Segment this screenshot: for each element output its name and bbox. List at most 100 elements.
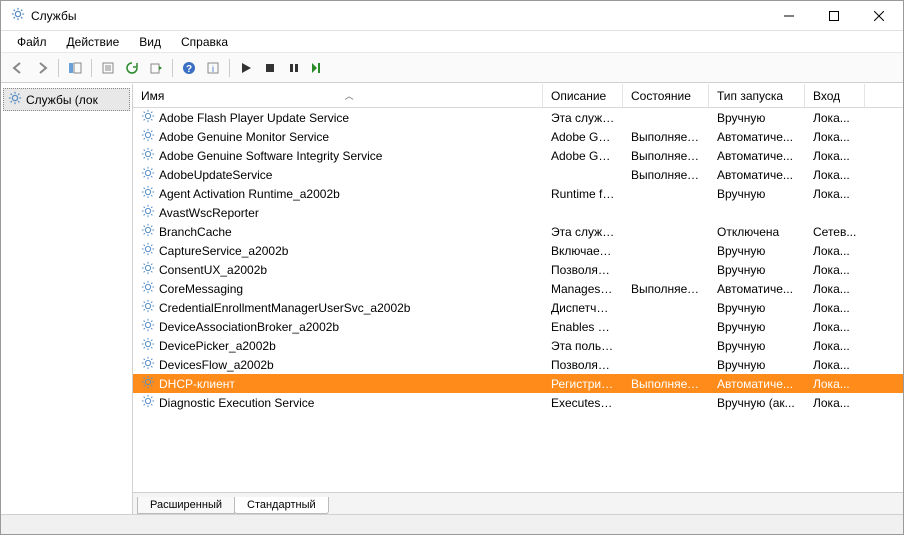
menu-file[interactable]: Файл [9,33,55,51]
refresh-button[interactable] [121,57,143,79]
service-startup: Вручную [709,243,805,259]
service-logon: Лока... [805,376,865,392]
service-state: Выполняется [623,281,709,297]
toolbar: ? i [1,53,903,83]
service-startup: Автоматиче... [709,281,805,297]
service-row[interactable]: Adobe Genuine Monitor ServiceAdobe Gen..… [133,127,903,146]
service-description: Enables ap... [543,319,623,335]
column-header-name[interactable]: Имя ︿ [133,84,543,107]
main-panel: Имя ︿ Описание Состояние Тип запуска Вхо… [133,84,903,514]
gear-icon [141,185,155,202]
about-button[interactable]: i [202,57,224,79]
service-description: Adobe Gen... [543,148,623,164]
service-state [623,345,709,347]
show-hide-tree-button[interactable] [64,57,86,79]
service-row[interactable]: Diagnostic Execution ServiceExecutes di.… [133,393,903,412]
toolbar-separator [58,59,59,77]
service-logon: Лока... [805,357,865,373]
column-header-logon[interactable]: Вход [805,84,865,107]
service-startup: Вручную [709,262,805,278]
back-button[interactable] [7,57,29,79]
start-service-button[interactable] [235,57,257,79]
service-description: Позволяет... [543,262,623,278]
column-header-description[interactable]: Описание [543,84,623,107]
tab-extended[interactable]: Расширенный [137,497,235,514]
service-row[interactable]: DevicePicker_a2002bЭта польз...ВручнуюЛо… [133,336,903,355]
service-logon: Лока... [805,186,865,202]
service-state: Выполняется [623,167,709,183]
service-logon: Лока... [805,262,865,278]
service-description: Эта польз... [543,338,623,354]
service-row[interactable]: CredentialEnrollmentManagerUserSvc_a2002… [133,298,903,317]
service-logon [805,212,865,214]
service-name: DHCP-клиент [159,377,235,391]
toolbar-separator [229,59,230,77]
toolbar-separator [172,59,173,77]
service-state [623,307,709,309]
column-header-state[interactable]: Состояние [623,84,709,107]
service-row[interactable]: AdobeUpdateServiceВыполняетсяАвтоматиче.… [133,165,903,184]
service-startup: Вручную [709,338,805,354]
service-name: Agent Activation Runtime_a2002b [159,187,340,201]
tree-node-services-local[interactable]: Службы (лок [3,88,130,111]
stop-service-button[interactable] [259,57,281,79]
service-row[interactable]: ConsentUX_a2002bПозволяет...ВручнуюЛока.… [133,260,903,279]
close-button[interactable] [856,2,901,30]
service-row[interactable]: Adobe Genuine Software Integrity Service… [133,146,903,165]
gear-icon [141,242,155,259]
menubar: Файл Действие Вид Справка [1,31,903,53]
service-row[interactable]: DeviceAssociationBroker_a2002bEnables ap… [133,317,903,336]
service-row[interactable]: DevicesFlow_a2002bПозволяет...ВручнуюЛок… [133,355,903,374]
gear-icon [141,204,155,221]
service-description: Регистрир... [543,376,623,392]
service-logon: Лока... [805,395,865,411]
service-name: CredentialEnrollmentManagerUserSvc_a2002… [159,301,410,315]
gear-icon [141,147,155,164]
statusbar [1,514,903,534]
help-button[interactable]: ? [178,57,200,79]
gear-icon [141,375,155,392]
service-name: Adobe Flash Player Update Service [159,111,349,125]
menu-view[interactable]: Вид [131,33,169,51]
service-description: Manages c... [543,281,623,297]
minimize-button[interactable] [766,2,811,30]
service-name: Diagnostic Execution Service [159,396,314,410]
gear-icon [141,356,155,373]
service-row[interactable]: DHCP-клиентРегистрир...ВыполняетсяАвтома… [133,374,903,393]
column-header-startup[interactable]: Тип запуска [709,84,805,107]
service-row[interactable]: CoreMessagingManages c...ВыполняетсяАвто… [133,279,903,298]
gear-icon [141,337,155,354]
service-row[interactable]: Adobe Flash Player Update ServiceЭта слу… [133,108,903,127]
service-state [623,402,709,404]
menu-help[interactable]: Справка [173,33,236,51]
service-logon: Сетев... [805,224,865,240]
service-row[interactable]: AvastWscReporter [133,203,903,222]
service-row[interactable]: CaptureService_a2002bВключает ...Вручную… [133,241,903,260]
service-logon: Лока... [805,110,865,126]
service-name: DevicePicker_a2002b [159,339,276,353]
properties-button[interactable] [97,57,119,79]
service-row[interactable]: Agent Activation Runtime_a2002bRuntime f… [133,184,903,203]
gear-icon [141,299,155,316]
gear-icon [141,261,155,278]
forward-button[interactable] [31,57,53,79]
service-startup: Отключена [709,224,805,240]
gear-icon [141,318,155,335]
tab-standard[interactable]: Стандартный [234,497,329,514]
service-startup: Автоматиче... [709,167,805,183]
restart-service-button[interactable] [307,57,329,79]
service-startup: Вручную [709,186,805,202]
pause-service-button[interactable] [283,57,305,79]
list-rows[interactable]: Adobe Flash Player Update Service Эта слу… [133,108,903,492]
service-name: DevicesFlow_a2002b [159,358,274,372]
maximize-button[interactable] [811,2,856,30]
menu-action[interactable]: Действие [59,33,128,51]
export-button[interactable] [145,57,167,79]
service-startup: Вручную [709,300,805,316]
app-icon [11,7,25,24]
service-row[interactable]: BranchCacheЭта служб...ОтключенаСетев... [133,222,903,241]
service-state [623,212,709,214]
service-description: Эта служб... [543,224,623,240]
service-startup: Вручную [709,357,805,373]
service-state [623,364,709,366]
